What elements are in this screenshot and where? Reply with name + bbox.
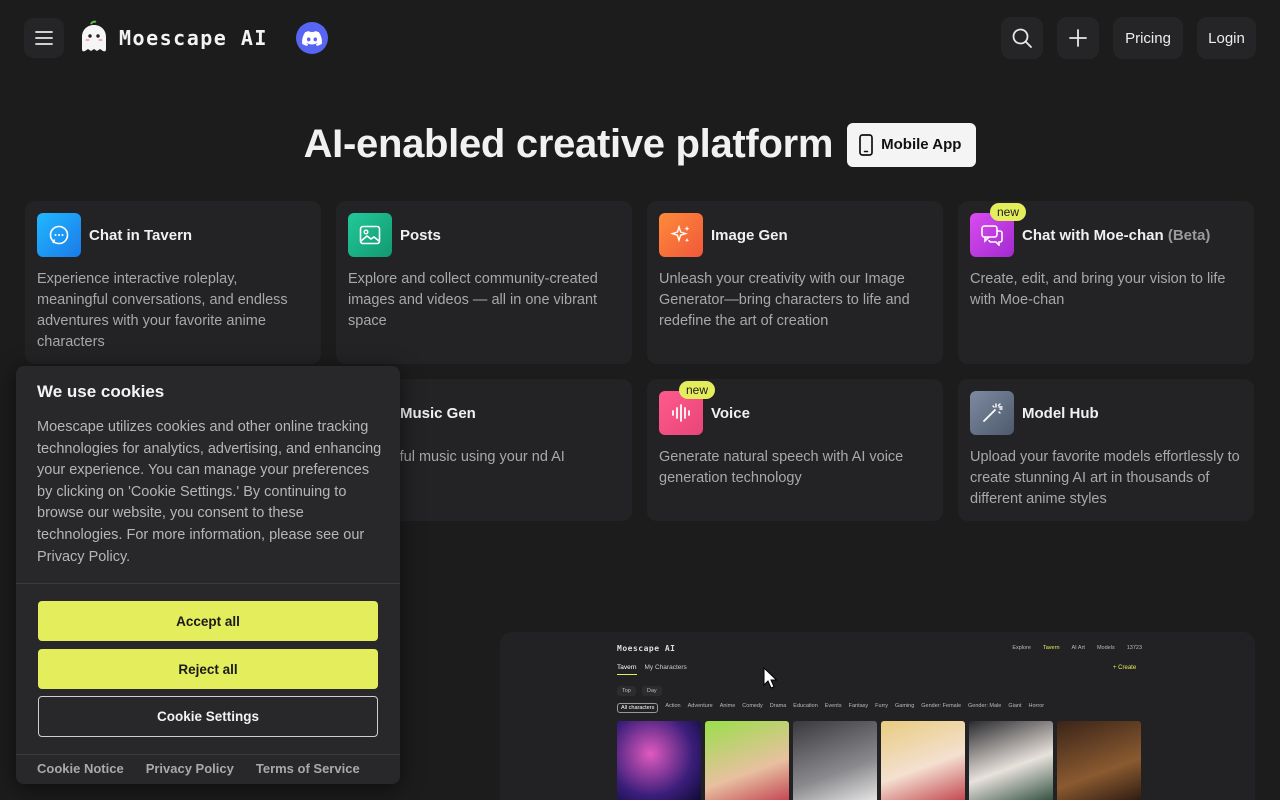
search-icon — [1012, 28, 1032, 48]
login-button[interactable]: Login — [1197, 17, 1256, 59]
header: Moescape AI Pricing Login — [0, 0, 1280, 78]
card-description: Generate natural speech with AI voice ge… — [659, 449, 904, 486]
page-title: AI-enabled creative platform — [303, 122, 834, 166]
card-description: Create, edit, and bring your vision to l… — [970, 271, 1226, 308]
preview-nav-item: Explore — [1012, 645, 1031, 651]
card-description: Explore and collect community-created im… — [348, 271, 598, 329]
card-model-hub[interactable]: Model Hub Upload your favorite models ef… — [958, 379, 1254, 521]
search-button[interactable] — [1001, 17, 1043, 59]
brand-logo[interactable]: Moescape AI — [76, 18, 268, 58]
preview-category: Gender: Female — [921, 703, 962, 709]
thumbnail — [1057, 721, 1141, 800]
reject-all-button[interactable]: Reject all — [38, 649, 378, 689]
card-voice[interactable]: new Voice Generate natural speech with A… — [647, 379, 943, 521]
thumbnail — [617, 721, 701, 800]
ghost-logo-icon — [82, 20, 106, 52]
plus-icon — [1069, 29, 1087, 47]
preview-category: All characters — [617, 703, 659, 713]
card-chat-with-moe-chan[interactable]: new Chat with Moe-chan (Beta) Create, ed… — [958, 201, 1254, 364]
menu-button[interactable] — [24, 18, 64, 58]
preview-nav-item: Tavern — [1043, 645, 1060, 651]
sparkle-icon — [659, 213, 703, 257]
preview-create: + Create — [1113, 665, 1137, 671]
card-posts[interactable]: Posts Explore and collect community-crea… — [336, 201, 632, 364]
beta-label: (Beta) — [1167, 226, 1211, 244]
cookie-notice-link[interactable]: Cookie Notice — [37, 761, 124, 776]
brand-name: Moescape AI — [119, 26, 268, 50]
preview-nav-item: Models — [1096, 645, 1115, 651]
preview-category: Action — [665, 703, 681, 709]
preview-category: Comedy — [742, 703, 763, 709]
tavern-preview: Moescape AI Explore Tavern AI Art Models… — [500, 632, 1255, 800]
preview-category: Drama — [769, 703, 787, 709]
preview-category: Gender: Male — [968, 703, 1002, 709]
preview-thumbnails — [617, 721, 1141, 800]
preview-category: Furry — [875, 703, 889, 709]
cookie-settings-button[interactable]: Cookie Settings — [38, 696, 378, 737]
new-badge: new — [679, 381, 716, 399]
privacy-policy-link[interactable]: Privacy Policy — [146, 761, 234, 776]
cookie-consent-dialog: We use cookies Moescape utilizes cookies… — [16, 366, 400, 784]
card-description: Upload your favorite models effortlessly… — [970, 449, 1240, 507]
mobile-app-label: Mobile App — [881, 136, 962, 153]
cookie-links: Cookie Notice Privacy Policy Terms of Se… — [37, 761, 360, 776]
preview-category: Events — [824, 703, 842, 709]
hamburger-icon — [35, 31, 53, 45]
discord-icon — [302, 30, 322, 46]
create-button[interactable] — [1057, 17, 1099, 59]
preview-tab: Tavern — [617, 664, 637, 675]
preview-tabs: Tavern My Characters — [617, 664, 687, 675]
preview-categories: All characters Action Adventure Anime Co… — [617, 703, 1044, 713]
card-title: Image Gen — [711, 226, 788, 244]
card-description: Experience interactive roleplay, meaning… — [37, 271, 288, 350]
card-chat-in-tavern[interactable]: Chat in Tavern Experience interactive ro… — [25, 201, 321, 364]
image-icon — [348, 213, 392, 257]
accept-all-button[interactable]: Accept all — [38, 601, 378, 641]
mouse-cursor-icon — [763, 667, 777, 689]
thumbnail — [793, 721, 877, 800]
thumbnail — [705, 721, 789, 800]
hero-section: AI-enabled creative platform Mobile App — [0, 122, 1280, 167]
mobile-app-button[interactable]: Mobile App — [847, 122, 977, 167]
new-badge: new — [990, 203, 1027, 221]
preview-nav-item: AI Art — [1071, 645, 1085, 651]
card-title: Music Gen — [400, 404, 476, 422]
preview-category: Education — [793, 703, 818, 709]
terms-of-service-link[interactable]: Terms of Service — [256, 761, 360, 776]
preview-filter: Top — [617, 686, 636, 696]
thumbnail — [969, 721, 1053, 800]
thumbnail — [881, 721, 965, 800]
preview-nav-item: 13723 — [1126, 645, 1142, 651]
preview-category: Fantasy — [848, 703, 869, 709]
chat-bubble-icon — [37, 213, 81, 257]
preview-brand: Moescape AI — [617, 643, 676, 653]
preview-filters: Top Day — [617, 686, 662, 696]
preview-tab: My Characters — [644, 664, 687, 671]
smartphone-icon — [859, 133, 873, 156]
preview-category: Giant — [1008, 703, 1022, 709]
preview-category: Gaming — [895, 703, 915, 709]
preview-category: Horror — [1028, 703, 1045, 709]
card-title: Chat with Moe-chan (Beta) — [1022, 226, 1211, 244]
card-image-gen[interactable]: Image Gen Unleash your creativity with o… — [647, 201, 943, 364]
cookie-body: Moescape utilizes cookies and other onli… — [37, 419, 382, 565]
cookie-title: We use cookies — [37, 382, 165, 401]
card-title: Model Hub — [1022, 404, 1099, 422]
preview-category: Adventure — [687, 703, 713, 709]
pricing-button[interactable]: Pricing — [1113, 17, 1183, 59]
card-description: Unleash your creativity with our Image G… — [659, 271, 910, 329]
card-title: Voice — [711, 404, 750, 422]
preview-filter: Day — [641, 686, 662, 696]
card-title: Chat in Tavern — [89, 226, 193, 244]
magic-wand-icon — [970, 391, 1014, 435]
divider — [16, 583, 400, 584]
divider — [16, 754, 400, 755]
discord-button[interactable] — [296, 22, 328, 54]
preview-header: Moescape AI Explore Tavern AI Art Models… — [617, 638, 1142, 658]
preview-nav: Explore Tavern AI Art Models 13723 — [1012, 645, 1142, 651]
preview-category: Anime — [719, 703, 736, 709]
card-title: Posts — [400, 226, 441, 244]
